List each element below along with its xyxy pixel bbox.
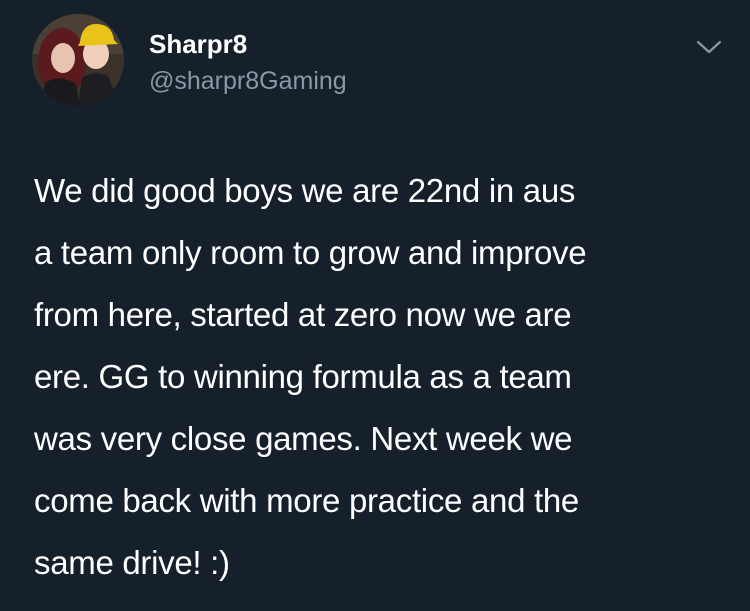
chevron-down-icon[interactable]	[694, 36, 724, 58]
tweet-card: Sharpr8 @sharpr8Gaming We did good boys …	[0, 0, 750, 611]
tweet-text-line: a team only room to grow and improve	[34, 234, 587, 271]
tweet-text-line: was very close games. Next week we	[34, 420, 573, 457]
tweet-text-line: ere. GG to winning formula as a team	[34, 358, 572, 395]
tweet-text-line: We did good boys we are 22nd in aus	[34, 172, 576, 209]
tweet-text-line: same drive! :)	[34, 544, 230, 581]
avatar-photo	[32, 14, 124, 106]
tweet-text: We did good boys we are 22nd in aus a te…	[34, 160, 734, 594]
tweet-text-line: come back with more practice and the	[34, 482, 579, 519]
user-handle[interactable]: @sharpr8Gaming	[149, 67, 347, 96]
tweet-text-line: from here, started at zero now we are	[34, 296, 572, 333]
display-name[interactable]: Sharpr8	[149, 29, 247, 60]
avatar[interactable]	[32, 14, 124, 106]
